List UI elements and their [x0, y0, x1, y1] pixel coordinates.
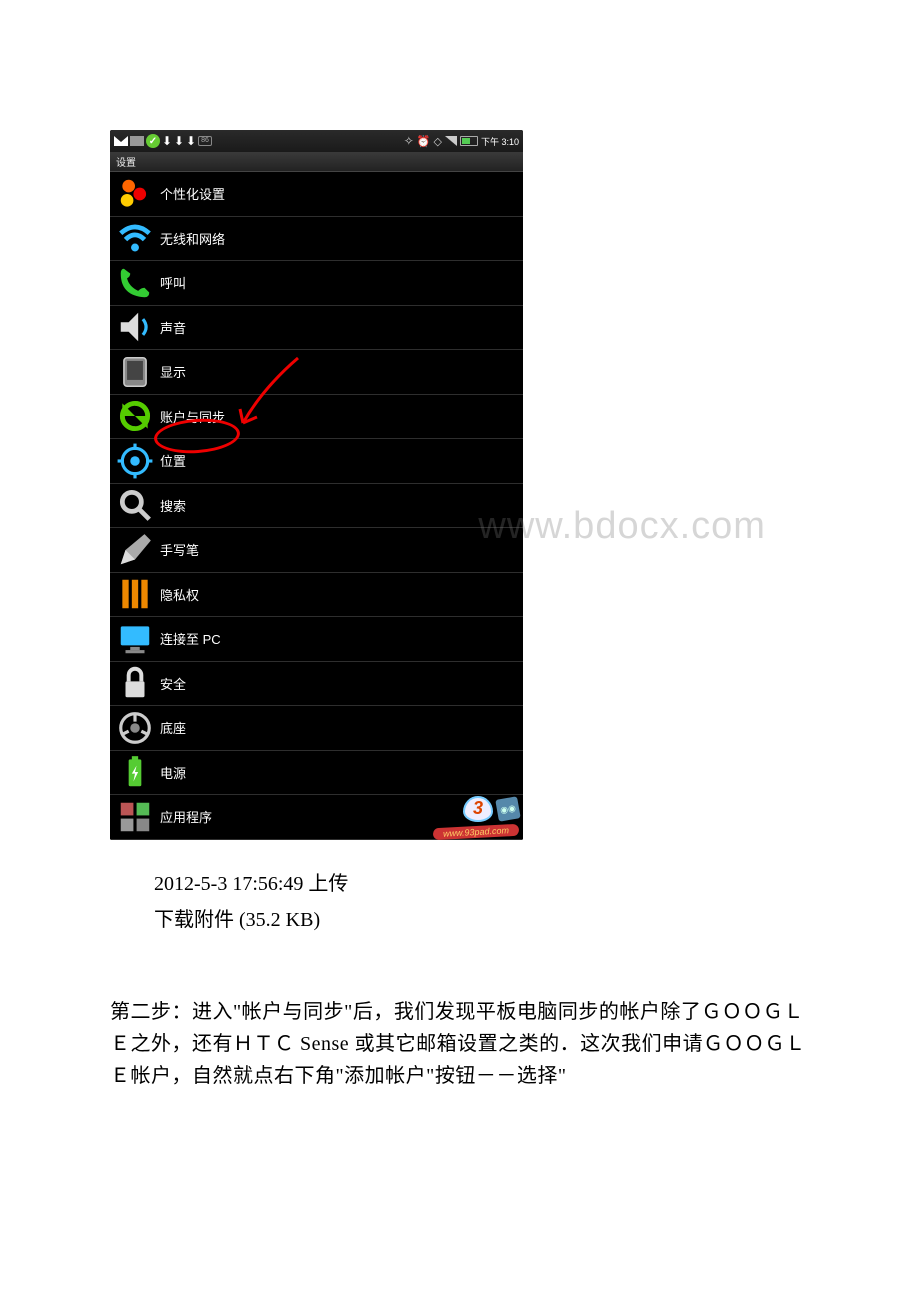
article-body: 第二步：进入"帐户与同步"后，我们发现平板电脑同步的帐户除了ＧＯＯＧＬＥ之外，还… [110, 996, 820, 1093]
pen-icon [116, 531, 154, 569]
badge-number: 3 [463, 796, 493, 822]
download-icon: ⬇ [186, 135, 196, 147]
privacy-icon [116, 575, 154, 613]
clock-text: 下午 3:10 [481, 135, 519, 148]
mail-icon [114, 136, 128, 146]
sound-icon [116, 308, 154, 346]
android-settings-screenshot: ✓ ⬇ ⬇ ⬇ 86 ✧ ⏰ ◇ 下午 3:10 设置 个性化设置 无线和网 [110, 130, 523, 840]
settings-label: 底座 [160, 718, 186, 737]
settings-item-power[interactable]: 电源 [110, 751, 523, 796]
signal-icon [445, 136, 457, 146]
settings-label: 显示 [160, 362, 186, 381]
settings-item-dock[interactable]: 底座 [110, 706, 523, 751]
apps-icon [116, 798, 154, 836]
mail-icon-grey [130, 136, 144, 146]
phone-icon [116, 264, 154, 302]
download-icon: ⬇ [174, 135, 184, 147]
vibrate-icon: ✧ [404, 134, 414, 148]
settings-item-accounts-sync[interactable]: 账户与同步 [110, 395, 523, 440]
connect-pc-icon [116, 620, 154, 658]
sync-icon [116, 397, 154, 435]
indicator-icon: 86 [198, 136, 212, 146]
personalize-icon [116, 175, 154, 213]
settings-label: 电源 [160, 763, 186, 782]
settings-item-call[interactable]: 呼叫 [110, 261, 523, 306]
settings-item-privacy[interactable]: 隐私权 [110, 573, 523, 618]
settings-label: 手写笔 [160, 540, 199, 559]
settings-item-pen[interactable]: 手写笔 [110, 528, 523, 573]
download-attachment-link[interactable]: 下载附件 (35.2 KB) [154, 902, 820, 938]
status-bar: ✓ ⬇ ⬇ ⬇ 86 ✧ ⏰ ◇ 下午 3:10 [110, 130, 523, 152]
display-icon [116, 353, 154, 391]
upload-timestamp: 2012-5-3 17:56:49 上传 [154, 866, 820, 902]
settings-label: 安全 [160, 674, 186, 693]
settings-label: 账户与同步 [160, 407, 225, 426]
settings-label: 个性化设置 [160, 184, 225, 203]
settings-label: 隐私权 [160, 585, 199, 604]
watermark-badge: 3 ◉◉ [463, 796, 519, 822]
lock-icon [116, 664, 154, 702]
settings-label: 连接至 PC [160, 629, 221, 648]
wifi-icon [116, 219, 154, 257]
settings-item-security[interactable]: 安全 [110, 662, 523, 707]
badge-icon: ◉◉ [495, 796, 520, 821]
settings-list: 个性化设置 无线和网络 呼叫 声音 显示 [110, 172, 523, 840]
download-icon: ⬇ [162, 135, 172, 147]
settings-label: 应用程序 [160, 807, 212, 826]
alarm-icon: ⏰ [417, 135, 431, 148]
search-icon [116, 486, 154, 524]
settings-label: 无线和网络 [160, 229, 225, 248]
settings-label: 位置 [160, 451, 186, 470]
settings-item-connect-pc[interactable]: 连接至 PC [110, 617, 523, 662]
settings-item-personalize[interactable]: 个性化设置 [110, 172, 523, 217]
settings-label: 搜索 [160, 496, 186, 515]
wifi-icon: ◇ [434, 135, 442, 148]
dock-icon [116, 709, 154, 747]
screen-title: 设置 [110, 152, 523, 172]
settings-label: 呼叫 [160, 273, 186, 292]
settings-item-sound[interactable]: 声音 [110, 306, 523, 351]
settings-label: 声音 [160, 318, 186, 337]
battery-icon [460, 136, 478, 146]
check-icon: ✓ [146, 134, 160, 148]
location-icon [116, 442, 154, 480]
settings-item-wireless[interactable]: 无线和网络 [110, 217, 523, 262]
settings-item-search[interactable]: 搜索 [110, 484, 523, 529]
settings-item-location[interactable]: 位置 [110, 439, 523, 484]
settings-item-display[interactable]: 显示 [110, 350, 523, 395]
battery-icon [116, 753, 154, 791]
